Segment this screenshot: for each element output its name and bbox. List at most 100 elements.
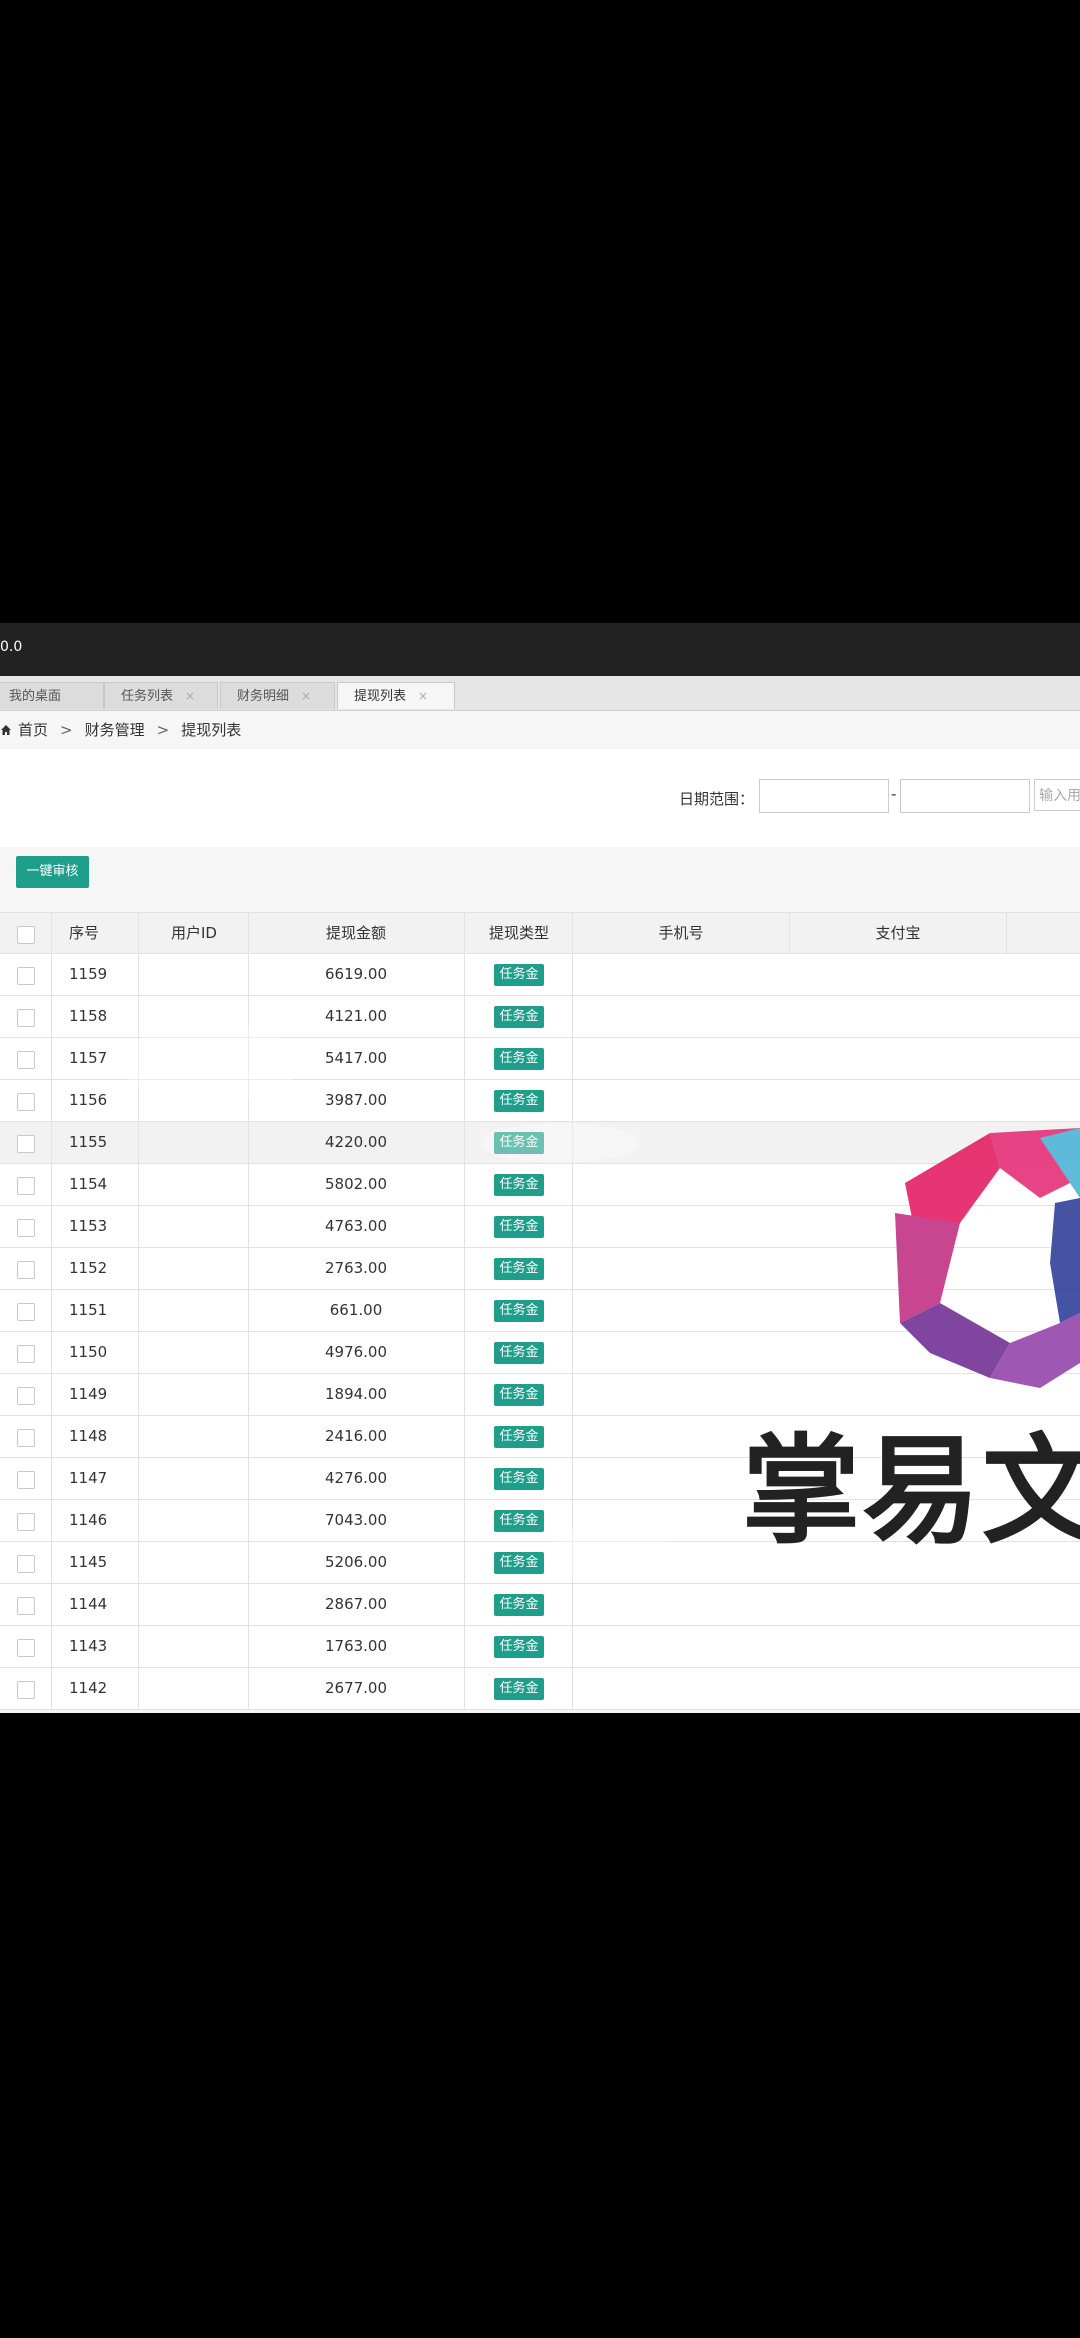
row-checkbox[interactable]: [17, 1639, 35, 1657]
column-divider: [464, 1668, 465, 1709]
table-row[interactable]: 1159 6619.00 任务金: [0, 954, 1080, 996]
column-divider: [464, 1416, 465, 1457]
row-checkbox[interactable]: [17, 1429, 35, 1447]
breadcrumb-section[interactable]: 财务管理: [85, 721, 145, 739]
breadcrumb-separator: >: [60, 721, 73, 739]
row-checkbox[interactable]: [17, 1177, 35, 1195]
close-icon[interactable]: ×: [418, 689, 428, 703]
column-divider: [51, 1080, 52, 1121]
column-divider: [464, 913, 465, 954]
cell-seq: 1151: [69, 1301, 108, 1319]
column-divider: [138, 1332, 139, 1373]
table-row[interactable]: 1154 5802.00 任务金: [0, 1164, 1080, 1206]
cell-amount: 4976.00: [324, 1343, 388, 1361]
row-checkbox[interactable]: [17, 1135, 35, 1153]
user-search-input[interactable]: 输入用: [1034, 779, 1080, 811]
close-icon[interactable]: ×: [301, 689, 311, 703]
row-checkbox[interactable]: [17, 1051, 35, 1069]
tab-label: 任务列表: [121, 689, 174, 704]
filter-panel: 日期范围： - 输入用: [0, 749, 1080, 847]
column-divider: [138, 1416, 139, 1457]
date-range-label: 日期范围：: [679, 790, 755, 808]
breadcrumb: 首页 > 财务管理 > 提现列表: [0, 711, 1080, 749]
select-all-checkbox[interactable]: [17, 926, 35, 944]
column-divider: [51, 1668, 52, 1709]
row-checkbox[interactable]: [17, 1681, 35, 1699]
close-icon[interactable]: ×: [185, 689, 195, 703]
cell-amount: 3987.00: [324, 1091, 388, 1109]
end-date-input[interactable]: [900, 779, 1030, 813]
cell-amount: 1763.00: [324, 1637, 388, 1655]
row-checkbox[interactable]: [17, 1513, 35, 1531]
row-checkbox[interactable]: [17, 1009, 35, 1027]
column-divider: [51, 1038, 52, 1079]
table-row[interactable]: 1144 2867.00 任务金: [0, 1584, 1080, 1626]
cell-amount: 4220.00: [324, 1133, 388, 1151]
cell-type: 任务金: [466, 1416, 572, 1457]
table-row[interactable]: 1155 4220.00 任务金: [0, 1122, 1080, 1164]
row-checkbox[interactable]: [17, 1093, 35, 1111]
column-divider: [51, 1290, 52, 1331]
start-date-input[interactable]: [759, 779, 889, 813]
column-divider: [464, 1332, 465, 1373]
cell-type: 任务金: [466, 1206, 572, 1247]
column-divider: [464, 1122, 465, 1163]
table-row[interactable]: 1153 4763.00 任务金: [0, 1206, 1080, 1248]
row-checkbox[interactable]: [17, 1597, 35, 1615]
cell-amount: 2416.00: [324, 1427, 388, 1445]
tab-task-list[interactable]: 任务列表 ×: [104, 682, 218, 709]
cell-amount: 5417.00: [324, 1049, 388, 1067]
row-checkbox[interactable]: [17, 1345, 35, 1363]
row-checkbox[interactable]: [17, 967, 35, 985]
cell-seq: 1153: [69, 1217, 108, 1235]
tab-desktop[interactable]: 我的桌面: [0, 682, 104, 709]
tab-finance-detail[interactable]: 财务明细 ×: [220, 682, 335, 709]
row-checkbox[interactable]: [17, 1471, 35, 1489]
batch-review-button[interactable]: 一键审核: [16, 856, 89, 888]
cell-amount: 4763.00: [324, 1217, 388, 1235]
cell-type: 任务金: [466, 954, 572, 995]
table-row[interactable]: 1150 4976.00 任务金: [0, 1332, 1080, 1374]
table-row[interactable]: 1156 3987.00 任务金: [0, 1080, 1080, 1122]
row-checkbox[interactable]: [17, 1387, 35, 1405]
column-divider: [138, 1038, 139, 1079]
row-checkbox[interactable]: [17, 1219, 35, 1237]
table-row[interactable]: 1142 2677.00 任务金: [0, 1668, 1080, 1710]
column-divider: [572, 1542, 573, 1583]
column-divider: [51, 1626, 52, 1667]
cell-seq: 1143: [69, 1637, 108, 1655]
type-badge: 任务金: [494, 1005, 544, 1028]
column-divider: [51, 954, 52, 995]
table-row[interactable]: 1151 661.00 任务金: [0, 1290, 1080, 1332]
column-divider: [138, 1290, 139, 1331]
cell-amount: 2867.00: [324, 1595, 388, 1613]
column-divider: [138, 996, 139, 1037]
cell-amount: 4121.00: [324, 1007, 388, 1025]
breadcrumb-home[interactable]: 首页: [18, 721, 48, 739]
row-checkbox[interactable]: [17, 1261, 35, 1279]
column-divider: [464, 1248, 465, 1289]
cell-type: 任务金: [466, 1374, 572, 1415]
cell-amount: 7043.00: [324, 1511, 388, 1529]
table-row[interactable]: 1157 5417.00 任务金: [0, 1038, 1080, 1080]
row-checkbox[interactable]: [17, 1303, 35, 1321]
column-divider: [572, 1248, 573, 1289]
column-divider: [572, 1290, 573, 1331]
column-divider: [51, 996, 52, 1037]
column-divider: [464, 1206, 465, 1247]
table-row[interactable]: 1152 2763.00 任务金: [0, 1248, 1080, 1290]
home-icon: [1, 725, 11, 735]
column-divider: [572, 1332, 573, 1373]
type-badge: 任务金: [494, 1677, 544, 1700]
header-alipay: 支付宝: [875, 924, 921, 942]
watermark-text: 掌易文: [742, 1422, 1080, 1560]
column-divider: [464, 1164, 465, 1205]
tab-withdraw-list[interactable]: 提现列表 ×: [337, 682, 455, 709]
table-row[interactable]: 1143 1763.00 任务金: [0, 1626, 1080, 1668]
column-divider: [138, 1458, 139, 1499]
column-divider: [464, 1374, 465, 1415]
row-checkbox[interactable]: [17, 1555, 35, 1573]
table-row[interactable]: 1158 4121.00 任务金: [0, 996, 1080, 1038]
column-divider: [464, 1038, 465, 1079]
column-divider: [572, 1416, 573, 1457]
